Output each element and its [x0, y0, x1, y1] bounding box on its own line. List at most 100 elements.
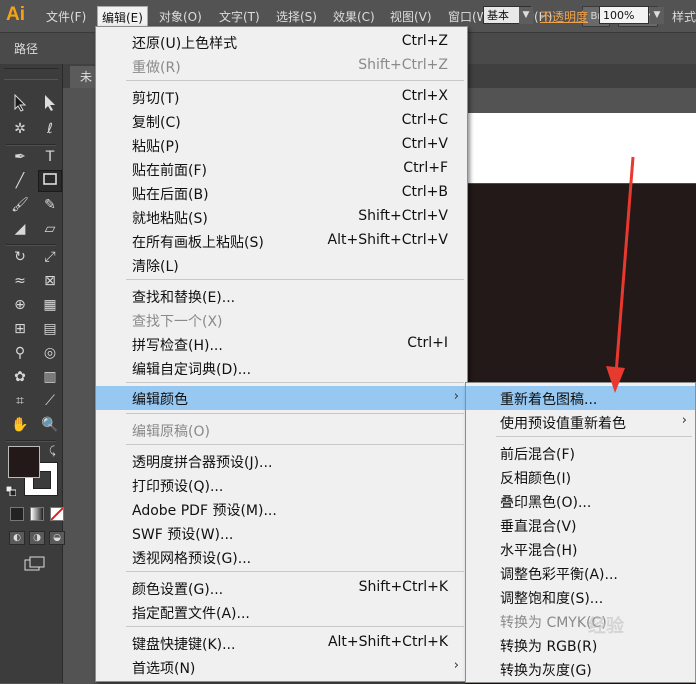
gradient-tool-icon[interactable]: ▤ [38, 318, 62, 340]
tools-panel: ✲ ℓ ✒ T ╱ 🖌 ✎ ◢ ▱ ↻ ⤢ ≈ ⊠ ⊕ ▦ ⊞ ▤ ⚲ ◎ ✿ … [0, 64, 63, 683]
menu-item-edit-colors[interactable]: 编辑颜色 › [96, 386, 467, 410]
tools-panel-grip[interactable] [4, 68, 58, 80]
zoom-tool-icon[interactable]: 🔍 [38, 414, 62, 436]
submenu-item-saturate[interactable]: 调整饱和度(S)... [466, 585, 695, 609]
rotate-tool-icon[interactable]: ↻ [8, 246, 32, 268]
width-tool-icon[interactable]: ≈ [8, 270, 32, 292]
pen-tool-icon[interactable]: ✒ [8, 146, 32, 168]
menu-item-redo: 重做(R) Shift+Ctrl+Z [132, 57, 448, 76]
selection-tool-icon[interactable] [8, 93, 32, 116]
edit-menu-dropdown: 还原(U)上色样式 Ctrl+Z 重做(R) Shift+Ctrl+Z 剪切(T) C… [95, 26, 468, 682]
menu-separator [126, 382, 464, 383]
opacity-label[interactable]: 不透明度 [540, 8, 588, 25]
menu-item-preferences[interactable]: 首选项(N) › [96, 655, 467, 679]
menu-item-undo[interactable]: 还原(U)上色样式 Ctrl+Z [96, 30, 467, 54]
menu-item-edit-original: 编辑原稿(O) [132, 424, 210, 440]
submenu-item-overprint-black[interactable]: 叠印黑色(O)... [466, 489, 695, 513]
default-fill-stroke-icon[interactable] [6, 486, 16, 496]
column-graph-tool-icon[interactable]: ▥ [38, 366, 62, 388]
color-mode-button[interactable] [10, 507, 24, 521]
symbol-sprayer-tool-icon[interactable]: ✿ [8, 366, 32, 388]
submenu-item-recolor-artwork[interactable]: 重新着色图稿... [466, 386, 695, 410]
blob-brush-tool-icon[interactable]: ◢ [8, 218, 32, 240]
change-screen-mode-icon[interactable] [24, 556, 46, 572]
menu-item-swf-presets[interactable]: SWF 预设(W)... [96, 521, 467, 545]
menu-separator [126, 279, 464, 280]
menu-item-copy[interactable]: 复制(C) Ctrl+C [96, 109, 467, 133]
tools-divider [6, 440, 56, 442]
menu-separator [126, 413, 464, 414]
menu-item-check-spelling[interactable]: 拼写检查(H)... Ctrl+I [96, 332, 467, 356]
menu-item-keyboard-shortcuts[interactable]: 键盘快捷键(K)... Alt+Shift+Ctrl+K [96, 631, 467, 655]
lasso-tool-icon[interactable]: ℓ [38, 118, 62, 140]
menu-item-paste-in-front[interactable]: 贴在前面(F) Ctrl+F [96, 157, 467, 181]
none-mode-button[interactable] [50, 507, 64, 521]
opacity-input[interactable]: 100% [599, 6, 649, 24]
menu-item-cut[interactable]: 剪切(T) Ctrl+X [96, 85, 467, 109]
eraser-tool-icon[interactable]: ▱ [38, 218, 62, 240]
pencil-tool-icon[interactable]: ✎ [38, 194, 62, 216]
submenu-item-adjust-color-balance[interactable]: 调整色彩平衡(A)... [466, 561, 695, 585]
gradient-mode-button[interactable] [30, 507, 44, 521]
watermark: 经验 [588, 616, 624, 637]
artboard-white-region[interactable] [465, 113, 696, 183]
perspective-grid-tool-icon[interactable]: ▦ [38, 294, 62, 316]
draw-normal-icon[interactable]: ◐ [9, 531, 25, 545]
menu-item-clear[interactable]: 清除(L) [96, 253, 467, 277]
menu-view[interactable]: 视图(V) [390, 8, 432, 26]
mesh-tool-icon[interactable]: ⊞ [8, 318, 32, 340]
menu-item-paste-on-all-artboards[interactable]: 在所有画板上粘贴(S) Alt+Shift+Ctrl+V [96, 229, 467, 253]
menu-item-color-settings[interactable]: 颜色设置(G)... Shift+Ctrl+K [96, 576, 467, 600]
submenu-arrow-icon: › [453, 658, 459, 673]
eyedropper-tool-icon[interactable]: ⚲ [8, 342, 32, 364]
menu-item-find-replace[interactable]: 查找和替换(E)... [96, 284, 467, 308]
submenu-arrow-icon: › [453, 389, 459, 404]
submenu-item-blend-front-to-back[interactable]: 前后混合(F) [466, 441, 695, 465]
artboard-tool-icon[interactable]: ⌗ [8, 390, 32, 412]
menu-effect[interactable]: 效果(C) [333, 8, 375, 26]
line-segment-tool-icon[interactable]: ╱ [8, 170, 32, 192]
magic-wand-tool-icon[interactable]: ✲ [8, 118, 32, 140]
menu-item-assign-profile[interactable]: 指定配置文件(A)... [96, 600, 467, 624]
menu-separator [126, 80, 464, 81]
stroke-style-dropdown-icon[interactable]: ▼ [519, 7, 533, 24]
submenu-item-convert-to-grayscale[interactable]: 转换为灰度(G) [466, 657, 695, 681]
menu-item-edit-custom-dictionary[interactable]: 编辑自定词典(D)... [96, 356, 467, 380]
draw-inside-icon[interactable]: ◒ [49, 531, 65, 545]
swap-fill-stroke-icon[interactable]: ⤹ [49, 444, 56, 458]
slice-tool-icon[interactable]: ⟋ [38, 390, 62, 412]
menu-item-find-next: 查找下一个(X) [132, 314, 223, 330]
hand-tool-icon[interactable]: ✋ [8, 414, 32, 436]
selection-type-label: 路径 [14, 42, 39, 56]
submenu-item-blend-horizontally[interactable]: 水平混合(H) [466, 537, 695, 561]
submenu-item-invert-colors[interactable]: 反相颜色(I) [466, 465, 695, 489]
menu-item-perspective-grid-presets[interactable]: 透视网格预设(G)... [96, 545, 467, 569]
draw-behind-icon[interactable]: ◑ [29, 531, 45, 545]
submenu-arrow-icon: › [681, 413, 687, 428]
menu-item-print-presets[interactable]: 打印预设(Q)... [96, 473, 467, 497]
menu-item-transparency-flattener-presets[interactable]: 透明度拼合器预设(J)... [96, 449, 467, 473]
free-transform-tool-icon[interactable]: ⊠ [38, 270, 62, 292]
opacity-dropdown-icon[interactable]: ▼ [650, 7, 664, 24]
menu-object[interactable]: 对象(O) [159, 8, 202, 26]
paintbrush-tool-icon[interactable]: 🖌 [8, 194, 32, 216]
edit-colors-submenu: 重新着色图稿... 使用预设值重新着色 › 前后混合(F) 反相颜色(I) 叠印黑… [465, 382, 696, 683]
submenu-item-convert-to-rgb[interactable]: 转换为 RGB(R) [466, 633, 695, 657]
submenu-item-recolor-with-preset[interactable]: 使用预设值重新着色 › [466, 410, 695, 434]
menu-item-pdf-presets[interactable]: Adobe PDF 预设(M)... [96, 497, 467, 521]
submenu-item-blend-vertically[interactable]: 垂直混合(V) [466, 513, 695, 537]
menu-type[interactable]: 文字(T) [219, 8, 260, 26]
menu-item-paste[interactable]: 粘贴(P) Ctrl+V [96, 133, 467, 157]
menu-item-paste-in-back[interactable]: 贴在后面(B) Ctrl+B [96, 181, 467, 205]
direct-selection-tool-icon[interactable] [38, 94, 62, 116]
rectangle-tool-icon[interactable] [38, 170, 62, 192]
menu-separator [496, 436, 692, 437]
menu-select[interactable]: 选择(S) [276, 8, 317, 26]
menu-item-paste-in-place[interactable]: 就地粘贴(S) Shift+Ctrl+V [96, 205, 467, 229]
fill-color-swatch-front[interactable] [8, 446, 40, 478]
scale-tool-icon[interactable]: ⤢ [38, 246, 62, 268]
shape-builder-tool-icon[interactable]: ⊕ [8, 294, 32, 316]
blend-tool-icon[interactable]: ◎ [38, 342, 62, 364]
menu-file[interactable]: 文件(F) [46, 8, 86, 26]
type-tool-icon[interactable]: T [38, 146, 62, 168]
